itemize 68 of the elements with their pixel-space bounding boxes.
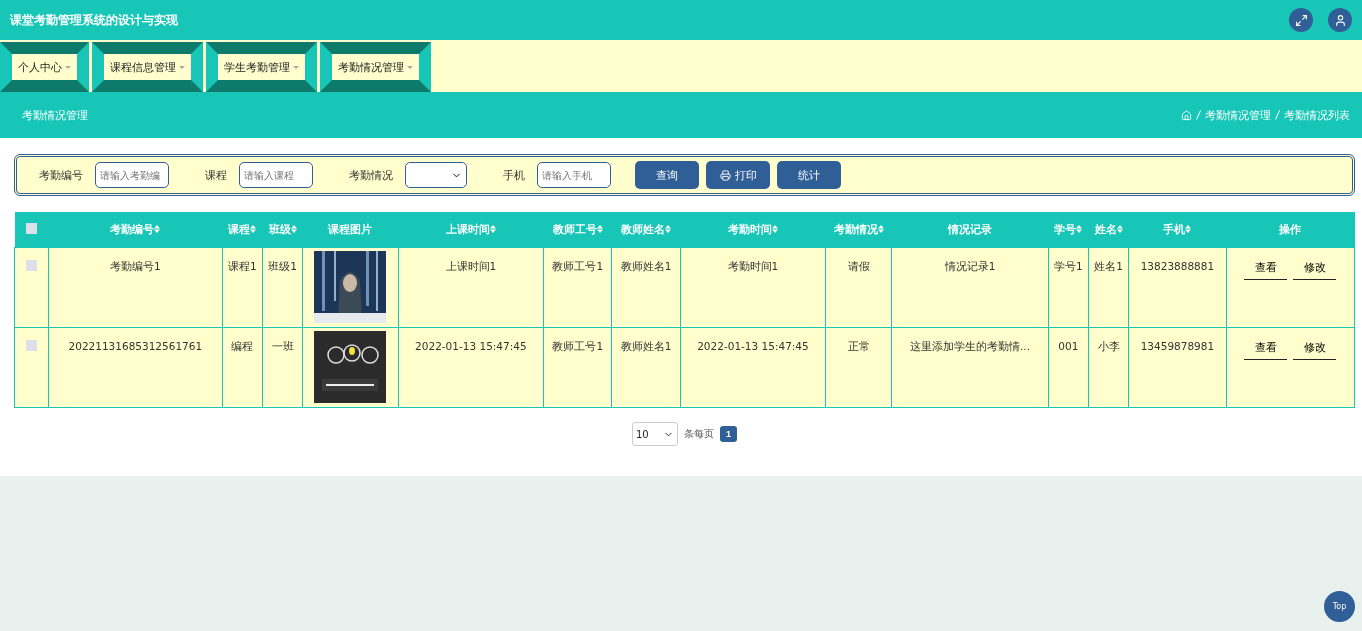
table-cell: 13459878981	[1128, 327, 1227, 408]
sort-icon[interactable]	[771, 224, 778, 233]
table-cell: 考勤编号1	[48, 247, 223, 328]
table-cell: 001	[1048, 327, 1089, 408]
sort-icon[interactable]	[489, 224, 496, 233]
field-label: 手机	[503, 167, 525, 183]
sort-icon[interactable]	[877, 224, 884, 233]
sort-icon[interactable]	[665, 224, 672, 233]
sort-icon[interactable]	[1076, 224, 1083, 233]
app-title: 课堂考勤管理系统的设计与实现	[10, 11, 178, 29]
page-size-select[interactable]: 10	[632, 422, 678, 446]
action-link[interactable]: 修改	[1293, 340, 1337, 360]
table-cell: 考勤时间1	[680, 247, 826, 328]
slash-icon	[1275, 110, 1280, 120]
sort-icon[interactable]	[250, 224, 257, 233]
table-cell: 上课时间1	[398, 247, 544, 328]
checkbox[interactable]	[26, 223, 37, 234]
checkbox[interactable]	[26, 340, 37, 351]
table-cell: 课程1	[222, 247, 263, 328]
search-field[interactable]: 请输入课程	[239, 162, 313, 188]
action-link[interactable]: 修改	[1293, 260, 1337, 280]
column-header: 操作	[1226, 212, 1355, 248]
top-button[interactable]: Top	[1324, 591, 1355, 622]
table-cell: 这里添加学生的考勤情...	[891, 327, 1049, 408]
table-cell: 情况记录1	[891, 247, 1049, 328]
table-cell: 教师工号1	[543, 247, 612, 328]
search-field[interactable]: 请输入考勤编	[95, 162, 169, 188]
sort-icon[interactable]	[596, 224, 603, 233]
section-title: 考勤情况管理	[22, 107, 88, 123]
per-page-label: 条每页	[684, 427, 714, 441]
action-button[interactable]: 查询	[635, 161, 699, 189]
table-cell: 教师姓名1	[611, 247, 681, 328]
table-cell: 20221131685312561761	[48, 327, 223, 408]
column-header: 情况记录	[891, 212, 1049, 248]
home-icon[interactable]	[1181, 109, 1192, 121]
sort-icon[interactable]	[1116, 224, 1123, 233]
table-cell: 请假	[825, 247, 892, 328]
action-link[interactable]: 查看	[1244, 340, 1288, 360]
slash-icon	[1196, 110, 1201, 120]
table-cell: 姓名1	[1088, 247, 1129, 328]
table-cell: 2022-01-13 15:47:45	[398, 327, 544, 408]
field-label: 考勤情况	[349, 167, 393, 183]
action-link[interactable]: 查看	[1244, 260, 1288, 280]
table-cell: 教师工号1	[543, 327, 612, 408]
table-cell: 一班	[262, 327, 303, 408]
printer-icon	[719, 169, 731, 181]
table-cell: 小李	[1088, 327, 1129, 408]
status-select[interactable]	[405, 162, 467, 188]
sort-icon[interactable]	[290, 224, 297, 233]
user-icon[interactable]	[1328, 8, 1352, 32]
search-field[interactable]: 请输入手机	[537, 162, 611, 188]
table-cell: 编程	[222, 327, 263, 408]
sort-icon[interactable]	[154, 224, 161, 233]
table-cell: 13823888881	[1128, 247, 1227, 328]
fullscreen-icon[interactable]	[1289, 8, 1313, 32]
checkbox[interactable]	[26, 260, 37, 271]
table-cell: 正常	[825, 327, 892, 408]
sort-icon[interactable]	[1185, 224, 1192, 233]
page-button[interactable]: 1	[720, 426, 737, 442]
table-cell: 班级1	[262, 247, 303, 328]
field-label: 考勤编号	[39, 167, 83, 183]
table-cell: 教师姓名1	[611, 327, 681, 408]
table-cell: 2022-01-13 15:47:45	[680, 327, 826, 408]
action-button[interactable]: 统计	[777, 161, 841, 189]
field-label: 课程	[205, 167, 227, 183]
print-button[interactable]: 打印	[706, 161, 770, 189]
column-header: 课程图片	[302, 212, 399, 248]
table-cell: 学号1	[1048, 247, 1089, 328]
